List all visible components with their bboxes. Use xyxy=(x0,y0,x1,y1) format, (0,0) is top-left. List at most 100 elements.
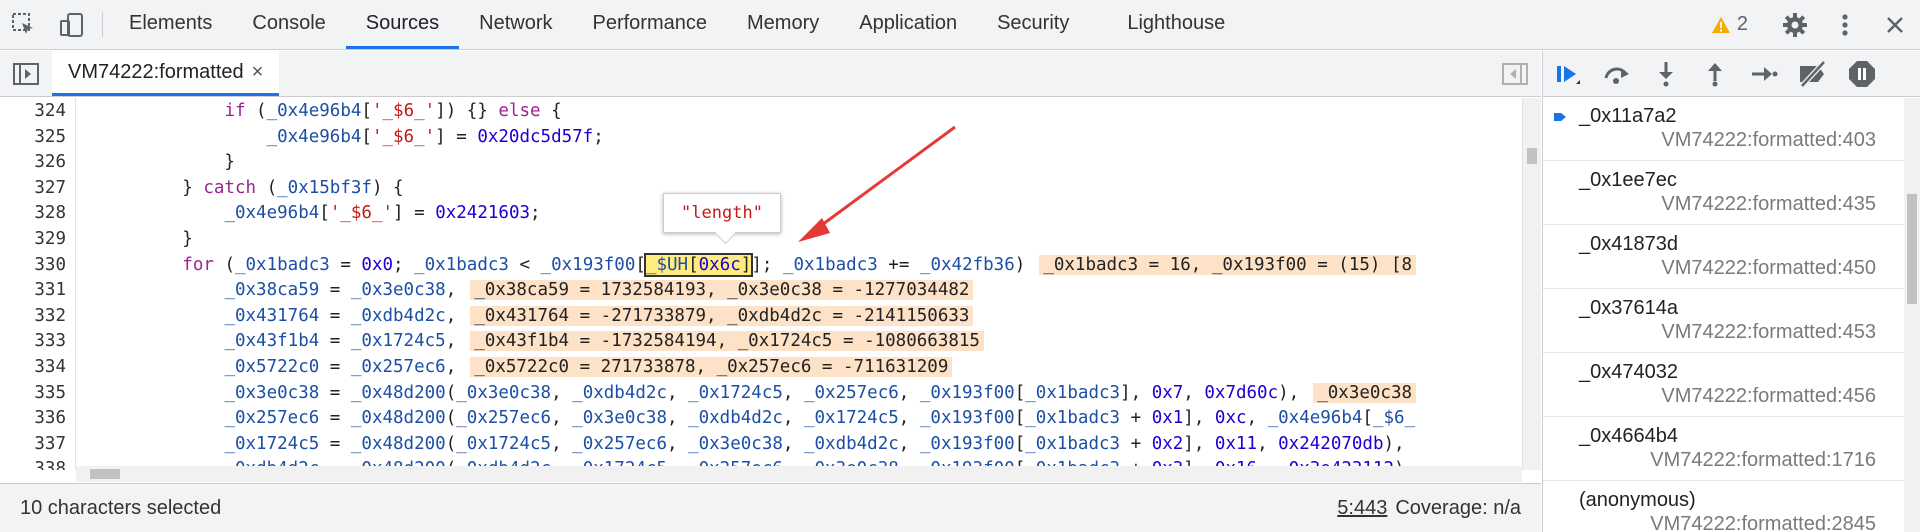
code-text[interactable]: } catch (_0x15bf3f) { xyxy=(98,176,403,202)
inspect-icon xyxy=(12,12,33,34)
frame-function-name: _0x4664b4 xyxy=(1579,425,1678,447)
line-number[interactable]: 324 xyxy=(0,99,66,125)
file-tab[interactable]: VM74222:formatted × xyxy=(52,51,280,96)
step-button[interactable] xyxy=(1739,64,1788,84)
warnings-counter[interactable]: 2 xyxy=(1711,13,1748,36)
resume-icon xyxy=(1556,65,1580,84)
warning-count: 2 xyxy=(1736,13,1748,35)
tab-console[interactable]: Console xyxy=(232,0,345,49)
line-number[interactable]: 333 xyxy=(0,329,66,355)
step-into-button[interactable] xyxy=(1641,61,1690,87)
code-editor[interactable]: 324 if (_0x4e96b4['_$6_']) {} else {325 … xyxy=(0,98,1541,470)
status-bar: 10 characters selected 5:443 Coverage: n… xyxy=(0,483,1541,532)
tab-security[interactable]: Security xyxy=(977,0,1089,49)
frame-location[interactable]: VM74222:formatted:2845 xyxy=(1650,513,1876,532)
code-text[interactable]: _0x257ec6 = _0x48d200(_0x257ec6, _0x3e0c… xyxy=(98,406,1415,432)
devtools-tabbar: Elements Console Sources Network Perform… xyxy=(0,0,1920,50)
debugger-toolbar xyxy=(1543,51,1920,97)
call-frame[interactable]: _0x4664b4 VM74222:formatted:1716 xyxy=(1543,417,1920,481)
line-number[interactable]: 325 xyxy=(0,125,66,151)
tab-performance[interactable]: Performance xyxy=(573,0,728,49)
frame-location[interactable]: VM74222:formatted:450 xyxy=(1661,257,1876,280)
tab-sources[interactable]: Sources xyxy=(345,0,460,49)
line-number[interactable]: 331 xyxy=(0,278,66,304)
call-frame[interactable]: _0x1ee7ec VM74222:formatted:435 xyxy=(1543,161,1920,225)
close-devtools-button[interactable] xyxy=(1870,15,1920,35)
code-text[interactable]: _0x4e96b4['_$6_'] = 0x20dc5d57f; xyxy=(98,125,604,151)
tab-application[interactable]: Application xyxy=(839,0,977,49)
settings-button[interactable] xyxy=(1770,12,1820,38)
line-number[interactable]: 327 xyxy=(0,176,66,202)
call-stack-scrollbar[interactable] xyxy=(1904,98,1920,532)
call-frame[interactable]: _0x37614a VM74222:formatted:453 xyxy=(1543,289,1920,353)
resume-button[interactable] xyxy=(1543,60,1592,88)
editor-tabbar: VM74222:formatted × xyxy=(0,51,1541,97)
code-text[interactable]: _0x38ca59 = _0x3e0c38, _0x38ca59 = 173258… xyxy=(98,278,974,304)
pause-on-exceptions-button[interactable] xyxy=(1837,60,1886,88)
step-out-button[interactable] xyxy=(1690,61,1739,87)
line-number[interactable]: 336 xyxy=(0,406,66,432)
line-number[interactable]: 334 xyxy=(0,355,66,381)
scroll-thumb[interactable] xyxy=(1527,148,1537,164)
step-icon xyxy=(1751,66,1777,81)
frame-location[interactable]: VM74222:formatted:1716 xyxy=(1650,449,1876,472)
line-number[interactable]: 326 xyxy=(0,150,66,176)
line-number[interactable]: 335 xyxy=(0,381,66,407)
code-text[interactable]: _0x5722c0 = _0x257ec6, _0x5722c0 = 271733… xyxy=(98,355,953,381)
editor-horizontal-scrollbar[interactable] xyxy=(76,466,1522,482)
close-tab-icon[interactable]: × xyxy=(252,61,264,84)
editor-vertical-scrollbar[interactable] xyxy=(1522,98,1541,470)
coverage-info: Coverage: n/a xyxy=(1395,496,1521,519)
code-text[interactable]: } xyxy=(98,150,235,176)
code-text[interactable]: _0x43f1b4 = _0x1724c5, _0x43f1b4 = -17325… xyxy=(98,329,984,355)
line-number[interactable]: 329 xyxy=(0,227,66,253)
inline-value: _0x38ca59 = 1732584193, _0x3e0c38 = -127… xyxy=(470,280,974,301)
toggle-debugger-button[interactable] xyxy=(1489,51,1541,96)
tab-memory[interactable]: Memory xyxy=(727,0,839,49)
close-icon xyxy=(1887,16,1903,33)
inspect-element-button[interactable] xyxy=(0,0,48,49)
frame-location[interactable]: VM74222:formatted:453 xyxy=(1661,321,1876,344)
call-frame[interactable]: _0x11a7a2 VM74222:formatted:403 xyxy=(1543,97,1920,161)
code-text[interactable]: _0x4e96b4['_$6_'] = 0x2421603; xyxy=(98,201,540,227)
toggle-navigator-button[interactable] xyxy=(0,51,52,96)
cursor-position-link[interactable]: 5:443 xyxy=(1337,497,1387,520)
deactivate-breakpoints-button[interactable] xyxy=(1788,59,1837,88)
code-text[interactable]: _0x1724c5 = _0x48d200(_0x1724c5, _0x257e… xyxy=(98,432,1404,458)
call-frame[interactable]: (anonymous) VM74222:formatted:2845 xyxy=(1543,481,1920,532)
inline-value: _0x5722c0 = 271733878, _0x257ec6 = -7116… xyxy=(470,357,953,377)
frame-function-name: (anonymous) xyxy=(1579,489,1696,511)
inline-value: _0x43f1b4 = -1732584194, _0x1724c5 = -10… xyxy=(470,331,984,352)
call-frame[interactable]: _0x474032 VM74222:formatted:456 xyxy=(1543,353,1920,417)
code-text[interactable]: for (_0x1badc3 = 0x0; _0x1badc3 < _0x193… xyxy=(98,252,1417,279)
tab-lighthouse[interactable]: Lighthouse xyxy=(1089,0,1245,49)
line-number[interactable]: 328 xyxy=(0,201,66,227)
call-frame[interactable]: _0x41873d VM74222:formatted:450 xyxy=(1543,225,1920,289)
tab-elements[interactable]: Elements xyxy=(109,0,232,49)
frame-location[interactable]: VM74222:formatted:435 xyxy=(1661,193,1876,216)
step-over-button[interactable] xyxy=(1592,62,1641,86)
file-tab-label: VM74222:formatted xyxy=(68,60,244,83)
device-toolbar-button[interactable] xyxy=(48,0,96,49)
line-number[interactable]: 337 xyxy=(0,432,66,458)
tab-network[interactable]: Network xyxy=(459,0,572,49)
line-number[interactable]: 330 xyxy=(0,253,66,279)
code-text[interactable]: _0x431764 = _0xdb4d2c, _0x431764 = -27173… xyxy=(98,304,974,330)
frame-location[interactable]: VM74222:formatted:456 xyxy=(1661,385,1876,408)
frame-function-name: _0x41873d xyxy=(1579,233,1678,255)
scroll-thumb[interactable] xyxy=(1907,194,1917,304)
panel-tabs: Elements Console Sources Network Perform… xyxy=(109,0,1245,49)
more-options-button[interactable] xyxy=(1820,13,1870,37)
code-text[interactable]: if (_0x4e96b4['_$6_']) {} else { xyxy=(98,99,561,125)
scroll-thumb[interactable] xyxy=(90,469,120,479)
inline-value: _0x1badc3 = 16, _0x193f00 = (15) [8 xyxy=(1039,254,1417,275)
inline-value: _0x431764 = -271733879, _0xdb4d2c = -214… xyxy=(470,305,974,326)
code-text[interactable]: } xyxy=(98,227,193,253)
frame-location[interactable]: VM74222:formatted:403 xyxy=(1661,129,1876,152)
line-number[interactable]: 332 xyxy=(0,304,66,330)
sidebar-toggle-icon xyxy=(1502,62,1528,85)
line-number[interactable]: 338 xyxy=(0,457,66,470)
selected-text[interactable]: _$UH[0x6c] xyxy=(643,252,754,277)
code-text[interactable]: _0x3e0c38 = _0x48d200(_0x3e0c38, _0xdb4d… xyxy=(98,381,1417,407)
call-stack-list: _0x11a7a2 VM74222:formatted:403 _0x1ee7ec V… xyxy=(1543,97,1920,532)
